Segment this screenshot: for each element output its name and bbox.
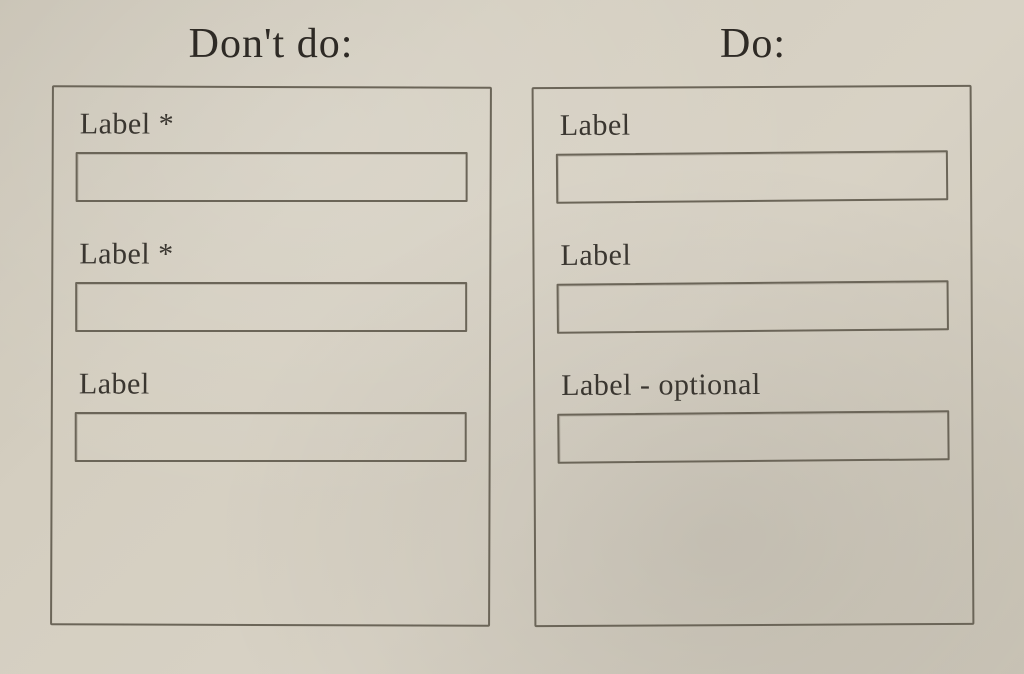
field-label: Label [75, 367, 467, 402]
field-label: Label [556, 107, 948, 143]
text-input[interactable] [75, 412, 467, 462]
dont-heading: Don't do: [189, 20, 354, 68]
text-input[interactable] [75, 282, 467, 332]
do-heading: Do: [720, 20, 786, 68]
form-field: Label - optional [557, 367, 949, 463]
form-field: Label [556, 237, 948, 333]
text-input[interactable] [557, 410, 949, 463]
dont-panel: Label * Label * Label [50, 85, 492, 627]
form-field: Label [556, 107, 948, 203]
text-input[interactable] [76, 152, 468, 202]
text-input[interactable] [557, 280, 949, 333]
field-label: Label - optional [557, 367, 949, 403]
do-panel: Label Label Label - optional [532, 85, 975, 627]
field-label: Label [556, 237, 948, 273]
form-field: Label [75, 367, 467, 462]
text-input[interactable] [556, 150, 948, 203]
form-field: Label * [75, 237, 467, 332]
do-column: Do: Label Label Label - optional [533, 20, 973, 634]
form-field: Label * [76, 107, 468, 202]
field-label: Label * [76, 107, 468, 142]
field-label: Label * [75, 237, 467, 272]
dont-column: Don't do: Label * Label * Label [51, 20, 491, 634]
